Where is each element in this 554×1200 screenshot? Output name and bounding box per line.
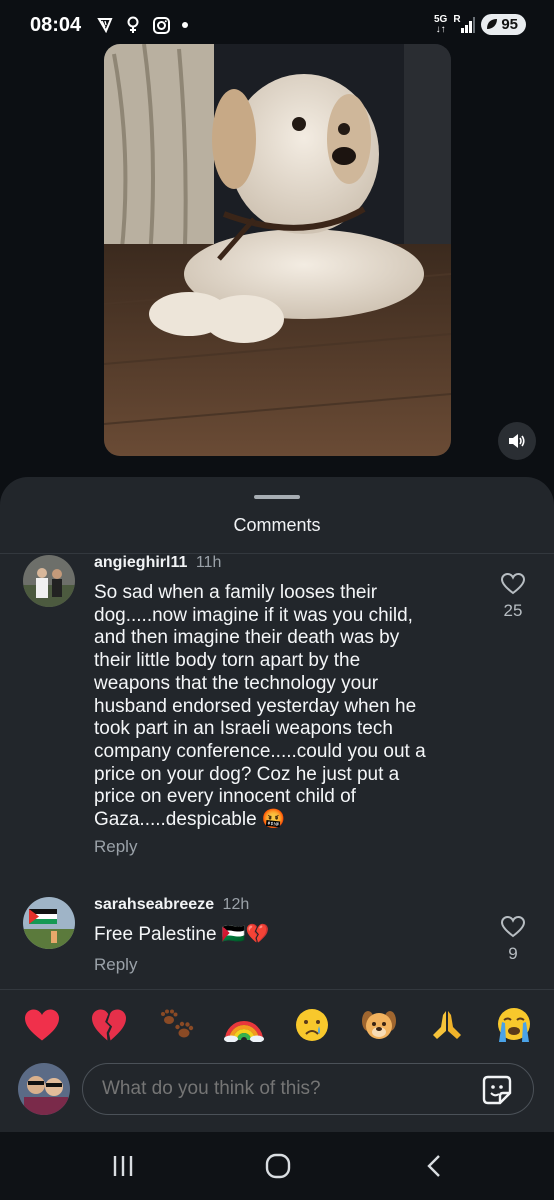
comment-username[interactable]: sarahseabreeze <box>94 896 214 913</box>
back-chevron-icon <box>427 1155 440 1177</box>
reaction-dog-face-button[interactable] <box>357 1003 401 1047</box>
heart-outline-icon <box>501 916 525 938</box>
broken-heart-icon <box>92 1009 127 1041</box>
drag-handle[interactable] <box>254 495 300 499</box>
comments-sheet: Comments angieghirl11 11h So sad when a … <box>0 477 554 1132</box>
red-heart-icon <box>25 1009 59 1041</box>
system-status: 5G ↓↑ R 95 <box>434 14 526 35</box>
comment-composer[interactable] <box>82 1063 534 1115</box>
speaker-icon <box>509 434 525 448</box>
comment-input[interactable] <box>102 1078 462 1100</box>
reaction-folded-hands-button[interactable] <box>425 1003 469 1047</box>
status-time: 08:04 <box>30 14 82 36</box>
reaction-rainbow-button[interactable] <box>222 1003 266 1047</box>
comment-text-line: and then imagine their death was by <box>94 627 400 649</box>
rainbow-icon <box>224 1021 265 1042</box>
harp-icon <box>96 16 114 34</box>
dog-photo[interactable] <box>104 44 451 456</box>
comment-meta: sarahseabreeze 12h <box>94 896 249 914</box>
system-navigation-bar <box>0 1132 554 1200</box>
like-button[interactable]: 9 <box>497 916 529 964</box>
quick-reactions-bar <box>20 1003 536 1047</box>
like-count: 25 <box>503 601 523 620</box>
crying-face-icon <box>295 1009 328 1041</box>
comment-text: Free Palestine 🇵🇸💔 <box>94 924 270 945</box>
home-button[interactable] <box>261 1152 295 1180</box>
comment-timestamp: 12h <box>222 896 250 913</box>
reaction-broken-heart-button[interactable] <box>87 1003 131 1047</box>
comment-username[interactable]: angieghirl11 <box>94 554 187 571</box>
sheet-title: Comments <box>233 515 321 535</box>
folded-hands-icon <box>432 1011 461 1039</box>
reaction-loudly-crying-face-button[interactable] <box>492 1003 536 1047</box>
comment-text-line: their little body torn apart by the <box>94 650 361 672</box>
avatar[interactable] <box>23 897 75 949</box>
recent-apps-icon <box>113 1156 133 1176</box>
avatar[interactable] <box>23 555 75 607</box>
reply-button[interactable]: Reply <box>94 837 137 857</box>
back-button[interactable] <box>417 1152 451 1180</box>
comment-text-line: took part in an Israeli weapons tech <box>94 718 393 740</box>
comment-text-line: Gaza.....despicable 🤬 <box>94 809 286 831</box>
like-button[interactable]: 25 <box>497 573 529 621</box>
divider <box>0 553 554 554</box>
sound-toggle-button[interactable] <box>498 422 536 460</box>
comment-text-line: price on every innocent child of <box>94 786 356 808</box>
like-count: 9 <box>508 944 518 963</box>
reaction-red-heart-button[interactable] <box>20 1003 64 1047</box>
current-user-avatar[interactable] <box>18 1063 70 1115</box>
battery-indicator: 95 <box>481 14 526 35</box>
comment-text-line: husband endorsed yesterday when he <box>94 695 417 717</box>
dog-face-icon <box>362 1011 397 1039</box>
paw-prints-icon <box>160 1009 194 1038</box>
comment-text: So sad when a family looses their dog...… <box>94 582 474 832</box>
home-icon <box>265 1153 291 1179</box>
comment-meta: angieghirl11 11h <box>94 554 221 572</box>
notification-icons <box>96 16 188 34</box>
comment-timestamp: 11h <box>195 554 222 571</box>
divider <box>0 989 554 990</box>
comment-text-line: company conference.....could you out a <box>94 740 426 762</box>
recent-apps-button[interactable] <box>106 1152 140 1180</box>
battery-level: 95 <box>501 16 518 33</box>
sticker-icon[interactable] <box>481 1074 513 1106</box>
comment-text-line: weapons that the technology your <box>94 672 379 694</box>
comment-text-line: dog.....now imagine if it was you child, <box>94 604 413 626</box>
heart-outline-icon <box>501 573 525 595</box>
more-notifications-dot-icon <box>182 22 188 28</box>
reply-button[interactable]: Reply <box>94 955 137 975</box>
comment-text-line: price on your dog? Coz he just put a <box>94 763 400 785</box>
reaction-crying-face-button[interactable] <box>290 1003 334 1047</box>
loudly-crying-face-icon <box>497 1008 530 1042</box>
network-type-label: 5G ↓↑ <box>433 13 448 35</box>
power-saving-leaf-icon <box>487 19 498 29</box>
comment-text-line: So sad when a family looses their <box>94 582 378 603</box>
venus-icon <box>124 16 142 34</box>
instagram-icon <box>152 16 170 34</box>
reaction-paw-prints-button[interactable] <box>155 1003 199 1047</box>
signal-icon: R <box>453 14 476 34</box>
